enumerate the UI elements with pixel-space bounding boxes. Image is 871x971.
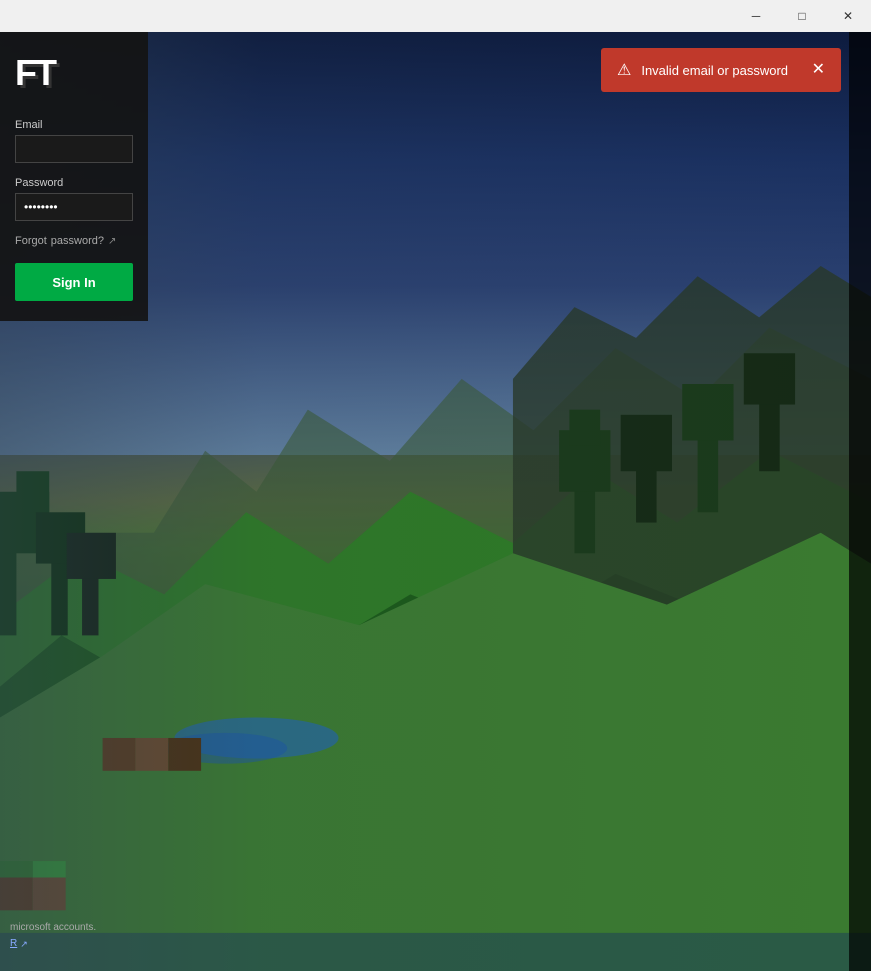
minecraft-logo: FT — [15, 52, 133, 94]
password-input[interactable] — [15, 193, 133, 221]
email-input[interactable] — [15, 135, 133, 163]
password-group: Password — [15, 177, 133, 221]
warning-icon: ⚠ — [617, 60, 631, 80]
email-group: Email — [15, 119, 133, 163]
sign-in-button[interactable]: Sign In — [15, 263, 133, 301]
learn-more-link[interactable]: R — [10, 937, 17, 951]
close-button[interactable]: ✕ — [825, 0, 871, 32]
forgot-password-prefix: Forgot — [15, 235, 47, 247]
error-close-button[interactable]: ✕ — [812, 62, 825, 78]
bottom-notice: microsoft accounts. R ↗ — [10, 921, 150, 951]
error-notification: ⚠ Invalid email or password ✕ — [601, 48, 841, 92]
title-bar: ─ □ ✕ — [0, 0, 871, 32]
minimize-button[interactable]: ─ — [733, 0, 779, 32]
email-label: Email — [15, 119, 133, 131]
right-sidebar-strip — [849, 32, 871, 971]
forgot-password-text: password? — [51, 235, 104, 247]
error-message: Invalid email or password — [641, 63, 801, 78]
window-controls: ─ □ ✕ — [733, 0, 871, 32]
login-panel: FT Email Password Forgot password? ↗ Sig… — [0, 32, 148, 321]
forgot-password-link[interactable]: Forgot password? ↗ — [15, 235, 133, 247]
learn-more-ext-icon: ↗ — [20, 938, 28, 951]
maximize-button[interactable]: □ — [779, 0, 825, 32]
learn-more-row: R ↗ — [10, 937, 150, 951]
notice-text: microsoft accounts. — [10, 922, 96, 933]
password-label: Password — [15, 177, 133, 189]
external-link-icon: ↗ — [108, 236, 116, 247]
